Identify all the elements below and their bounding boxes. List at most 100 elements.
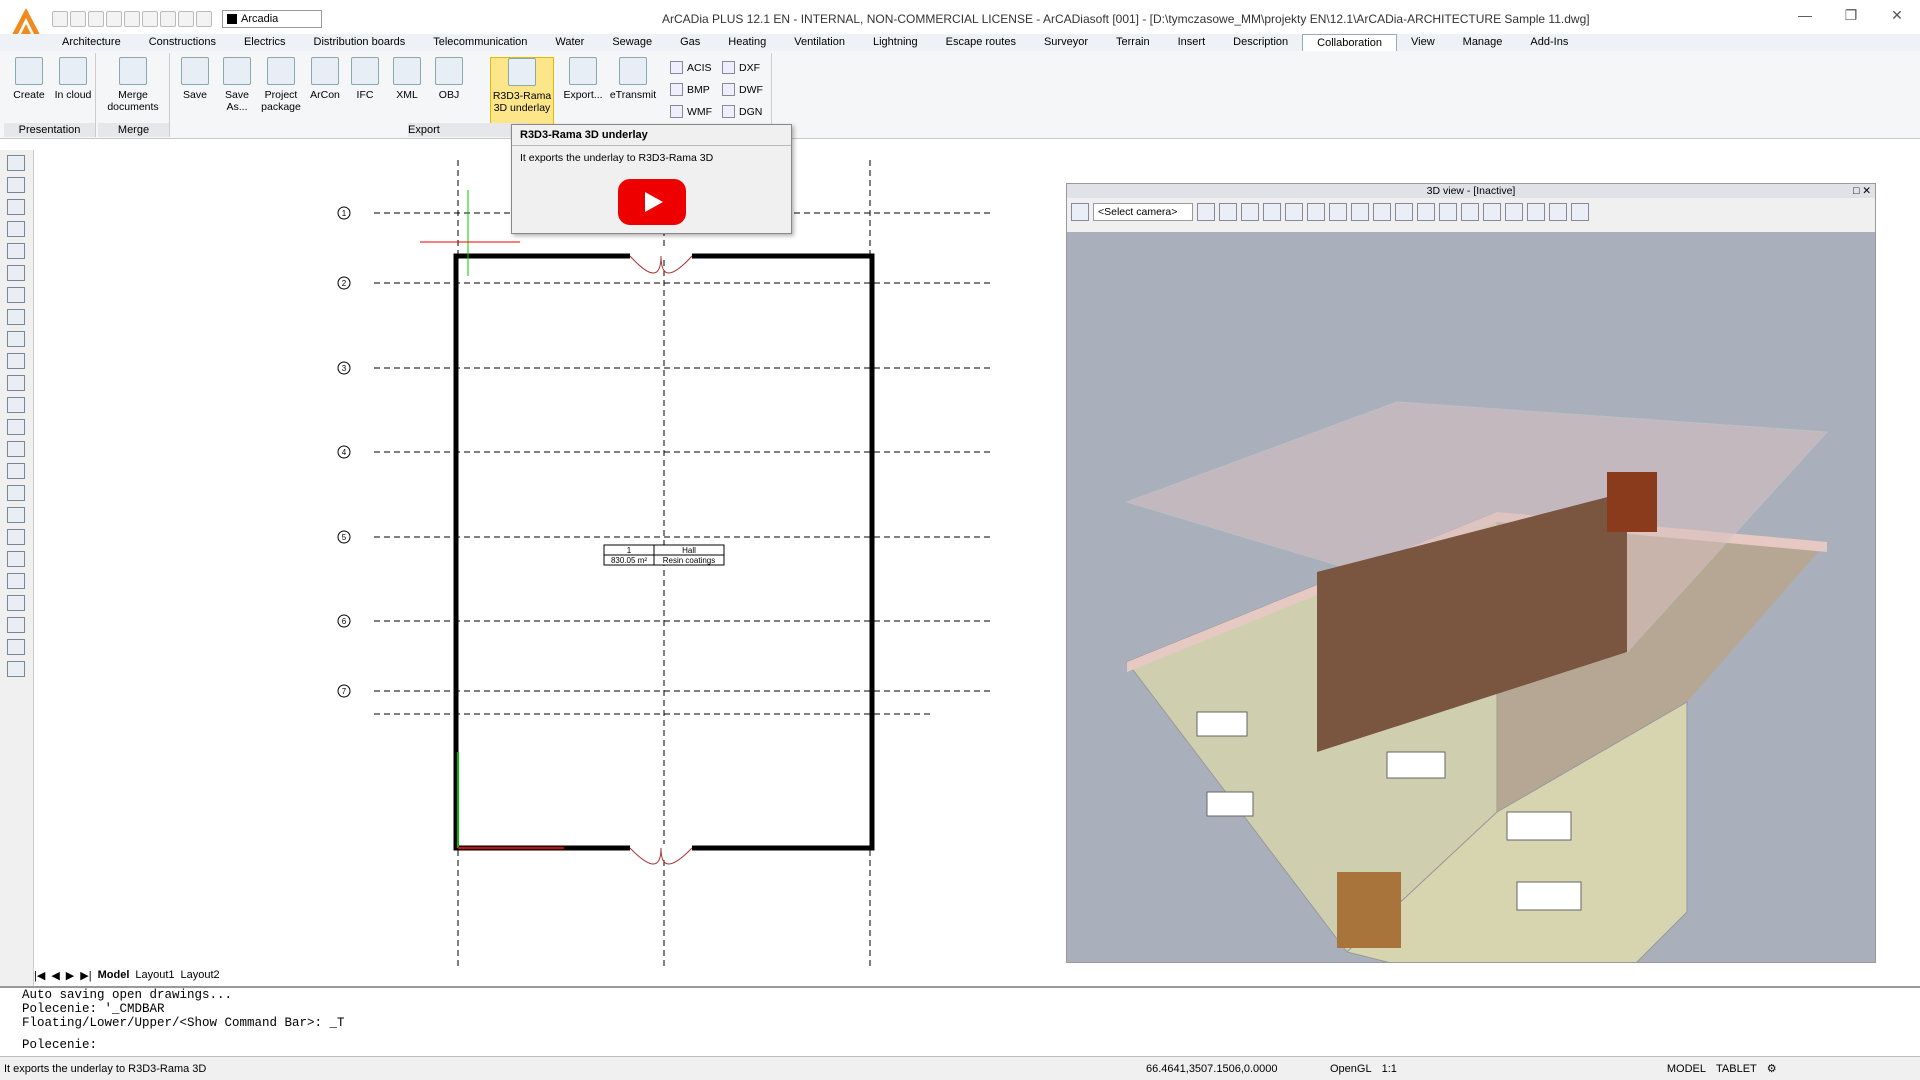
tab-gas[interactable]: Gas: [666, 34, 714, 51]
dxf-button[interactable]: DXF: [722, 61, 760, 74]
tool-icon[interactable]: [7, 617, 25, 633]
tab-add-ins[interactable]: Add-Ins: [1516, 34, 1582, 51]
tab-heating[interactable]: Heating: [714, 34, 780, 51]
etransmit-button[interactable]: eTransmit: [608, 57, 658, 101]
view-tool-icon[interactable]: [1549, 203, 1567, 221]
arcon-button[interactable]: ArCon: [304, 57, 346, 101]
tab-insert[interactable]: Insert: [1164, 34, 1220, 51]
tab-telecommunication[interactable]: Telecommunication: [419, 34, 541, 51]
view-tool-icon[interactable]: [1263, 203, 1281, 221]
view-tool-icon[interactable]: [1395, 203, 1413, 221]
tool-icon[interactable]: [7, 287, 25, 303]
view-tool-icon[interactable]: [1417, 203, 1435, 221]
view-3d-scene[interactable]: [1067, 232, 1875, 1013]
dwf-button[interactable]: DWF: [722, 83, 763, 96]
view-tool-icon[interactable]: [1329, 203, 1347, 221]
project-package-button[interactable]: Project package: [260, 57, 302, 113]
tool-icon[interactable]: [7, 661, 25, 677]
view-tool-icon[interactable]: [1439, 203, 1457, 221]
tool-icon[interactable]: [7, 265, 25, 281]
close-icon[interactable]: □ ✕: [1853, 184, 1871, 198]
tab-nav-prev-icon[interactable]: ◀: [51, 969, 59, 982]
tab-view[interactable]: View: [1397, 34, 1449, 51]
tool-icon[interactable]: [7, 309, 25, 325]
minimize-icon[interactable]: —: [1782, 0, 1828, 30]
save-button[interactable]: Save: [174, 57, 216, 101]
tab-water[interactable]: Water: [541, 34, 598, 51]
save-icon[interactable]: [88, 11, 104, 27]
tab-architecture[interactable]: Architecture: [48, 34, 135, 51]
view-tool-icon[interactable]: [1483, 203, 1501, 221]
room-label[interactable]: 1 Hall 830.05 m² Resin coatings: [603, 544, 725, 566]
tool-icon[interactable]: [7, 221, 25, 237]
tab-terrain[interactable]: Terrain: [1102, 34, 1164, 51]
tab-constructions[interactable]: Constructions: [135, 34, 230, 51]
tab-layout2[interactable]: Layout2: [181, 969, 220, 981]
acis-button[interactable]: ACIS: [670, 61, 712, 74]
tool-icon[interactable]: [7, 573, 25, 589]
model-toggle[interactable]: MODEL: [1407, 1063, 1706, 1075]
tool-icon[interactable]: [7, 155, 25, 171]
tab-nav-next-icon[interactable]: ▶: [66, 969, 74, 982]
tab-description[interactable]: Description: [1219, 34, 1302, 51]
tab-collaboration[interactable]: Collaboration: [1302, 34, 1397, 51]
view-tool-icon[interactable]: [1461, 203, 1479, 221]
tab-surveyor[interactable]: Surveyor: [1030, 34, 1102, 51]
tool-icon[interactable]: [7, 331, 25, 347]
save-as-icon[interactable]: [106, 11, 122, 27]
wmf-button[interactable]: WMF: [670, 105, 712, 118]
view-tool-icon[interactable]: [1351, 203, 1369, 221]
tab-ventilation[interactable]: Ventilation: [780, 34, 859, 51]
tool-icon[interactable]: [7, 177, 25, 193]
gear-icon[interactable]: ⚙: [1767, 1062, 1777, 1075]
open-file-icon[interactable]: [70, 11, 86, 27]
view-tool-icon[interactable]: [1571, 203, 1589, 221]
in-cloud-button[interactable]: In cloud: [52, 57, 94, 101]
layer-select[interactable]: Arcadia: [222, 10, 322, 28]
tool-icon[interactable]: [7, 353, 25, 369]
tab-sewage[interactable]: Sewage: [598, 34, 666, 51]
youtube-play-icon[interactable]: [618, 179, 686, 225]
create-button[interactable]: Create: [8, 57, 50, 101]
floor-plan[interactable]: 1 2 3 4 5 6 7 1 Hall 830.05 m² Resin coatings: [34, 140, 1094, 970]
view-tool-icon[interactable]: [1197, 203, 1215, 221]
tab-lightning[interactable]: Lightning: [859, 34, 932, 51]
tool-icon[interactable]: [7, 199, 25, 215]
bulb-icon[interactable]: [160, 11, 176, 27]
tool-icon[interactable]: [7, 551, 25, 567]
obj-button[interactable]: OBJ: [428, 57, 470, 101]
sun-icon[interactable]: [178, 11, 194, 27]
view-tool-icon[interactable]: [1527, 203, 1545, 221]
close-icon[interactable]: ✕: [1874, 0, 1920, 30]
view-tool-icon[interactable]: [1307, 203, 1325, 221]
tab-nav-first-icon[interactable]: |◀: [34, 969, 45, 982]
tab-model[interactable]: Model: [98, 969, 130, 981]
r3d3-rama-button[interactable]: R3D3-Rama 3D underlay: [490, 57, 554, 125]
tab-escape-routes[interactable]: Escape routes: [932, 34, 1030, 51]
xml-button[interactable]: XML: [386, 57, 428, 101]
tab-layout1[interactable]: Layout1: [135, 969, 174, 981]
tool-icon[interactable]: [7, 529, 25, 545]
camera-select[interactable]: <Select camera>: [1093, 203, 1193, 221]
dgn-button[interactable]: DGN: [722, 105, 762, 118]
scale-toggle[interactable]: 1:1: [1382, 1063, 1397, 1075]
tool-icon[interactable]: [7, 507, 25, 523]
undo-icon[interactable]: [124, 11, 140, 27]
tool-icon[interactable]: [7, 485, 25, 501]
redo-icon[interactable]: [142, 11, 158, 27]
view-tool-icon[interactable]: [1241, 203, 1259, 221]
tool-icon[interactable]: [7, 463, 25, 479]
opengl-toggle[interactable]: OpenGL: [1330, 1063, 1372, 1075]
restore-icon[interactable]: ❐: [1828, 0, 1874, 30]
view-tool-icon[interactable]: [1505, 203, 1523, 221]
camera-icon[interactable]: [1071, 203, 1089, 221]
tab-manage[interactable]: Manage: [1449, 34, 1517, 51]
export-button[interactable]: Export...: [562, 57, 604, 101]
tab-electrics[interactable]: Electrics: [230, 34, 300, 51]
view-tool-icon[interactable]: [1373, 203, 1391, 221]
tab-distribution-boards[interactable]: Distribution boards: [300, 34, 420, 51]
tool-icon[interactable]: [7, 441, 25, 457]
save-as-button[interactable]: Save As...: [216, 57, 258, 113]
view-tool-icon[interactable]: [1219, 203, 1237, 221]
view-tool-icon[interactable]: [1285, 203, 1303, 221]
